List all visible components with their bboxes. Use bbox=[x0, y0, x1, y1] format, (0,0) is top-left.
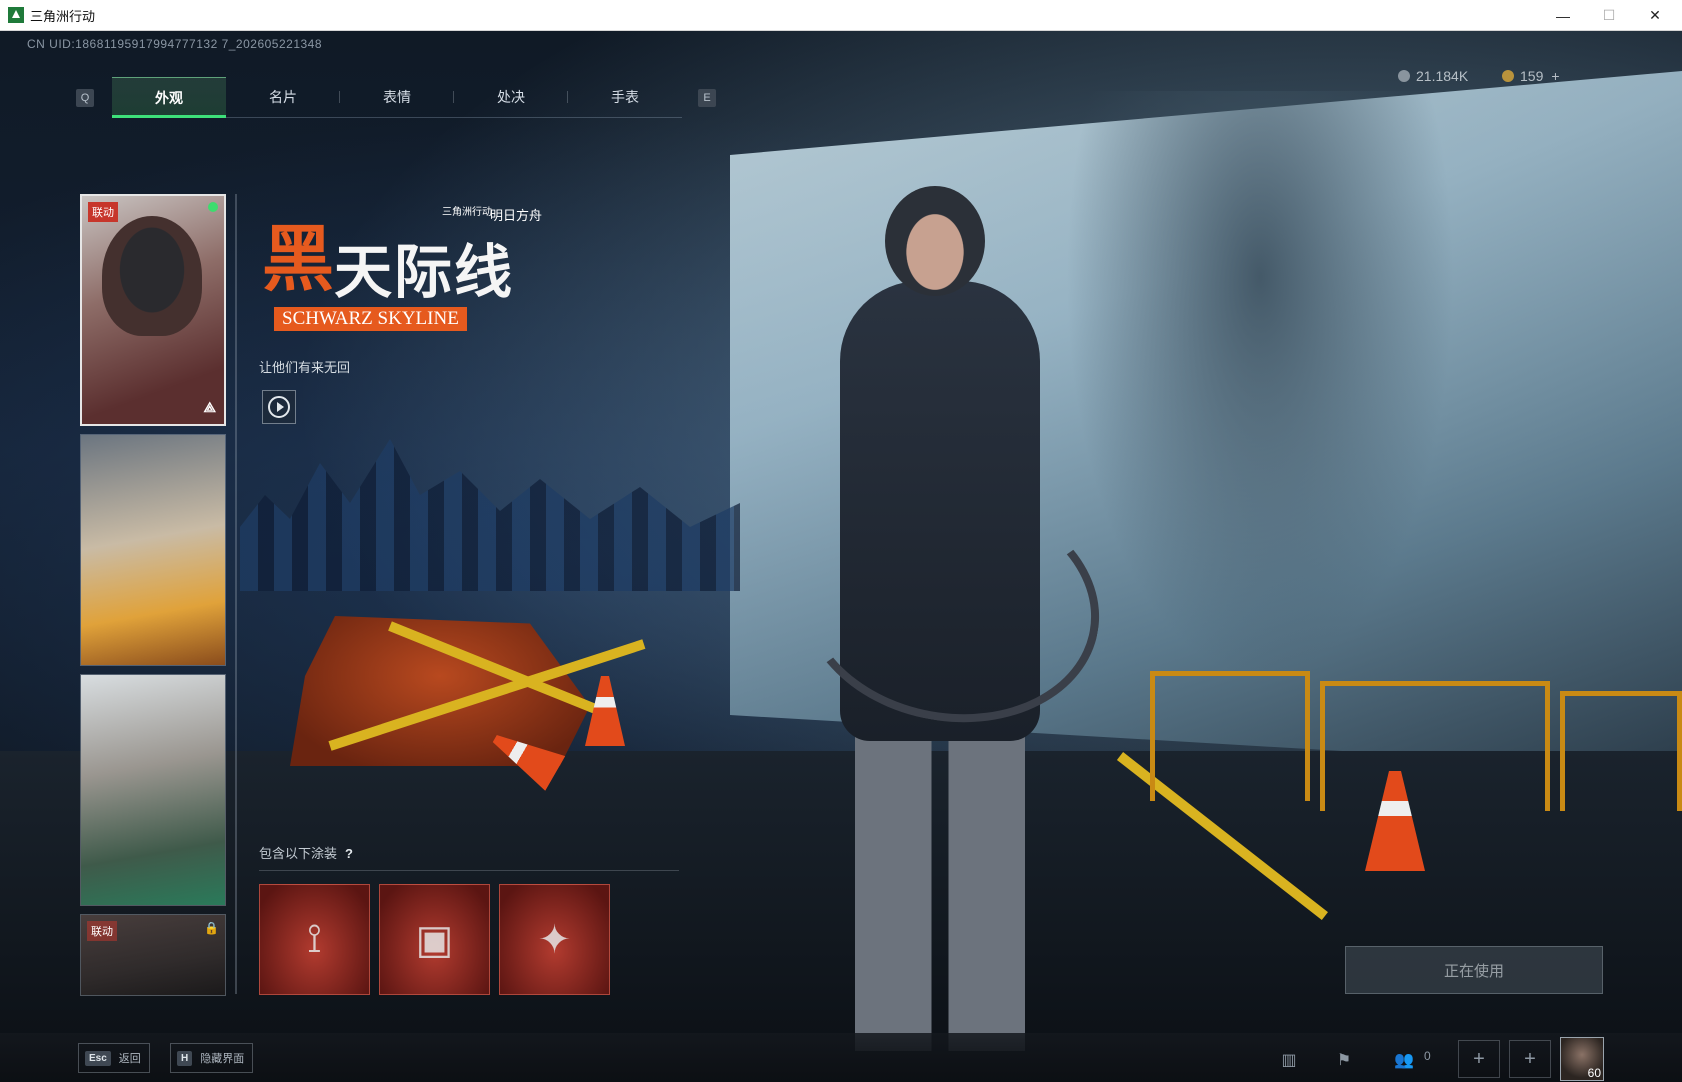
flag-icon[interactable]: ⚑ bbox=[1326, 1046, 1362, 1074]
skin-slogan: 让他们有来无回 bbox=[259, 360, 351, 375]
tab-label: 外观 bbox=[155, 89, 183, 106]
skin-card[interactable] bbox=[80, 434, 226, 666]
skin-card[interactable]: 联动 ⟁ bbox=[80, 194, 226, 426]
equipped-dot-icon bbox=[208, 202, 218, 212]
player-level: 60 bbox=[1587, 1066, 1601, 1080]
tab-label: 处决 bbox=[497, 89, 525, 105]
coupon-icon bbox=[1502, 70, 1514, 82]
collab-brand-arknights: 明日方舟 bbox=[490, 208, 543, 223]
in-use-button[interactable]: 正在使用 bbox=[1345, 946, 1603, 994]
contains-skins-label: 包含以下涂装 ? bbox=[259, 843, 359, 862]
next-tab-key[interactable]: E bbox=[698, 89, 716, 107]
game-viewport bbox=[0, 31, 1682, 1082]
back-hint[interactable]: Esc 返回 bbox=[78, 1043, 150, 1073]
prev-tab-key[interactable]: Q bbox=[76, 89, 94, 107]
hafcoin-icon bbox=[1398, 70, 1410, 82]
h-key: H bbox=[177, 1050, 193, 1066]
currency-secondary[interactable]: 159 + bbox=[1502, 68, 1560, 84]
section-divider bbox=[259, 870, 679, 871]
operator-legs bbox=[855, 721, 1025, 1051]
logo-english-title: SCHWARZ SKYLINE bbox=[274, 307, 467, 331]
panel-divider bbox=[235, 194, 237, 994]
collab-brand-delta: 三角洲行动 bbox=[442, 207, 492, 218]
category-tabbar: Q 外观 名片 表情 处决 手表 E bbox=[72, 77, 722, 118]
tab-list: 外观 名片 表情 处决 手表 bbox=[112, 77, 682, 118]
skin-portrait bbox=[81, 675, 225, 905]
logo-prefix-glyph: 黑 bbox=[262, 216, 335, 301]
window-titlebar: 三角洲行动 — ☐ ✕ bbox=[0, 0, 1682, 31]
hide-ui-label: 隐藏界面 bbox=[200, 1053, 245, 1065]
yellow-railing bbox=[1320, 681, 1550, 811]
tab-executions[interactable]: 处决 bbox=[454, 77, 568, 117]
skin-card-locked[interactable]: 联动 🔒 bbox=[80, 914, 226, 996]
minimize-button[interactable]: — bbox=[1540, 0, 1586, 31]
yellow-railing bbox=[1560, 691, 1682, 811]
tab-name-card[interactable]: 名片 bbox=[226, 77, 340, 117]
compound-bow-prop bbox=[782, 466, 1118, 746]
help-icon[interactable]: ? bbox=[345, 846, 359, 861]
friends-icon[interactable]: 👥 bbox=[1386, 1046, 1422, 1074]
window-title: 三角洲行动 bbox=[30, 8, 96, 24]
esc-key: Esc bbox=[85, 1050, 111, 1066]
maximize-button[interactable]: ☐ bbox=[1586, 0, 1632, 31]
friends-count: 0 bbox=[1424, 1049, 1431, 1063]
included-item-figure[interactable]: ✦ bbox=[499, 884, 610, 995]
app-logo-icon bbox=[8, 7, 24, 23]
currency-primary-value: 21.184K bbox=[1416, 68, 1469, 84]
skin-logo: 黑 天际线 三角洲行动 明日方舟 SCHWARZ SKYLINE bbox=[262, 195, 562, 335]
lock-icon: 🔒 bbox=[204, 921, 219, 935]
play-preview-button[interactable] bbox=[262, 390, 296, 424]
operator-model[interactable] bbox=[760, 161, 1120, 1061]
contains-label-text: 包含以下涂装 bbox=[259, 846, 338, 861]
included-item-case[interactable]: ▣ bbox=[379, 884, 490, 995]
case-icon: ▣ bbox=[415, 917, 454, 962]
included-skin-list: ⟟ ▣ ✦ bbox=[259, 884, 610, 995]
tab-label: 表情 bbox=[383, 89, 411, 105]
player-uid: CN UID:18681195917994777132 7_2026052213… bbox=[27, 37, 323, 51]
add-squad-slot-button[interactable]: + bbox=[1509, 1040, 1551, 1078]
skin-portrait bbox=[81, 435, 225, 665]
city-skyline-background bbox=[240, 439, 740, 591]
close-button[interactable]: ✕ bbox=[1632, 0, 1678, 31]
skin-card[interactable] bbox=[80, 674, 226, 906]
tab-watch[interactable]: 手表 bbox=[568, 77, 682, 117]
hide-ui-hint[interactable]: H 隐藏界面 bbox=[170, 1043, 254, 1073]
stats-icon[interactable]: ▥ bbox=[1271, 1046, 1307, 1074]
operator-face-art bbox=[102, 216, 202, 336]
collab-tag: 联动 bbox=[87, 921, 117, 941]
add-currency-button[interactable]: + bbox=[1551, 68, 1559, 84]
back-label: 返回 bbox=[118, 1053, 141, 1065]
tab-label: 名片 bbox=[269, 89, 297, 105]
tab-appearance[interactable]: 外观 bbox=[112, 77, 226, 118]
operator-head bbox=[885, 186, 985, 296]
currency-secondary-value: 159 bbox=[1520, 68, 1544, 84]
collab-tag: 联动 bbox=[88, 202, 118, 222]
player-avatar[interactable]: 60 bbox=[1560, 1037, 1604, 1081]
play-icon bbox=[268, 396, 290, 418]
brand-mark-icon: ⟁ bbox=[203, 399, 217, 415]
included-item-bow[interactable]: ⟟ bbox=[259, 884, 370, 995]
currency-primary: 21.184K bbox=[1398, 68, 1468, 84]
tab-emotes[interactable]: 表情 bbox=[340, 77, 454, 117]
logo-title: 天际线 bbox=[334, 238, 515, 306]
figure-icon: ✦ bbox=[537, 917, 572, 962]
tab-label: 手表 bbox=[611, 89, 639, 105]
bow-icon: ⟟ bbox=[307, 917, 322, 961]
yellow-railing bbox=[1150, 671, 1310, 801]
add-squad-slot-button[interactable]: + bbox=[1458, 1040, 1500, 1078]
